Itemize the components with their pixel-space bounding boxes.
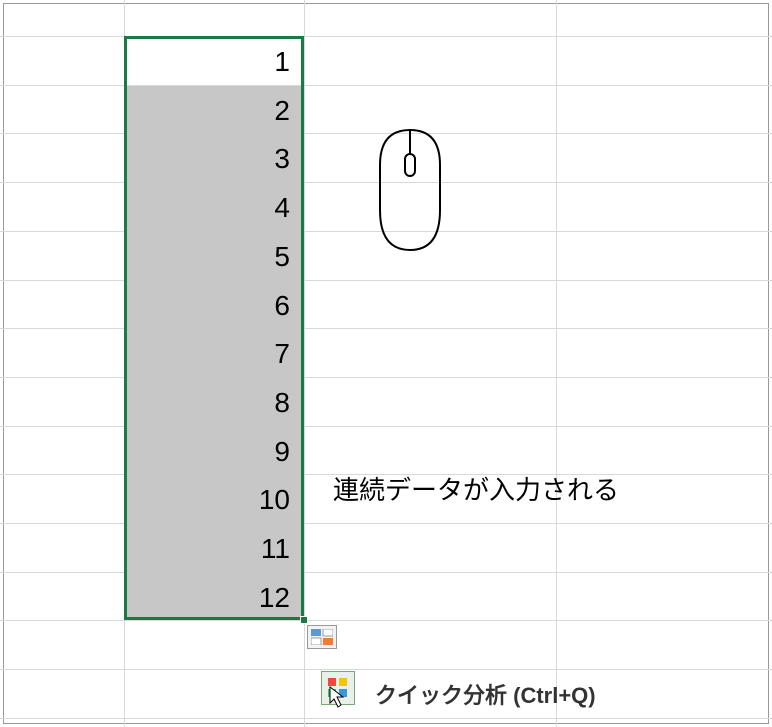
spreadsheet-grid[interactable]: 123456789101112	[0, 0, 772, 727]
selection-border[interactable]	[124, 36, 304, 620]
mouse-icon	[365, 120, 455, 265]
quick-analysis-tooltip: クイック分析 (Ctrl+Q)	[375, 678, 596, 710]
annotation-text: 連続データが入力される	[333, 470, 619, 507]
autofill-options-button[interactable]	[307, 625, 337, 649]
gridlines	[0, 0, 772, 727]
cursor-arrow-icon	[328, 685, 348, 714]
fill-handle[interactable]	[300, 616, 308, 624]
